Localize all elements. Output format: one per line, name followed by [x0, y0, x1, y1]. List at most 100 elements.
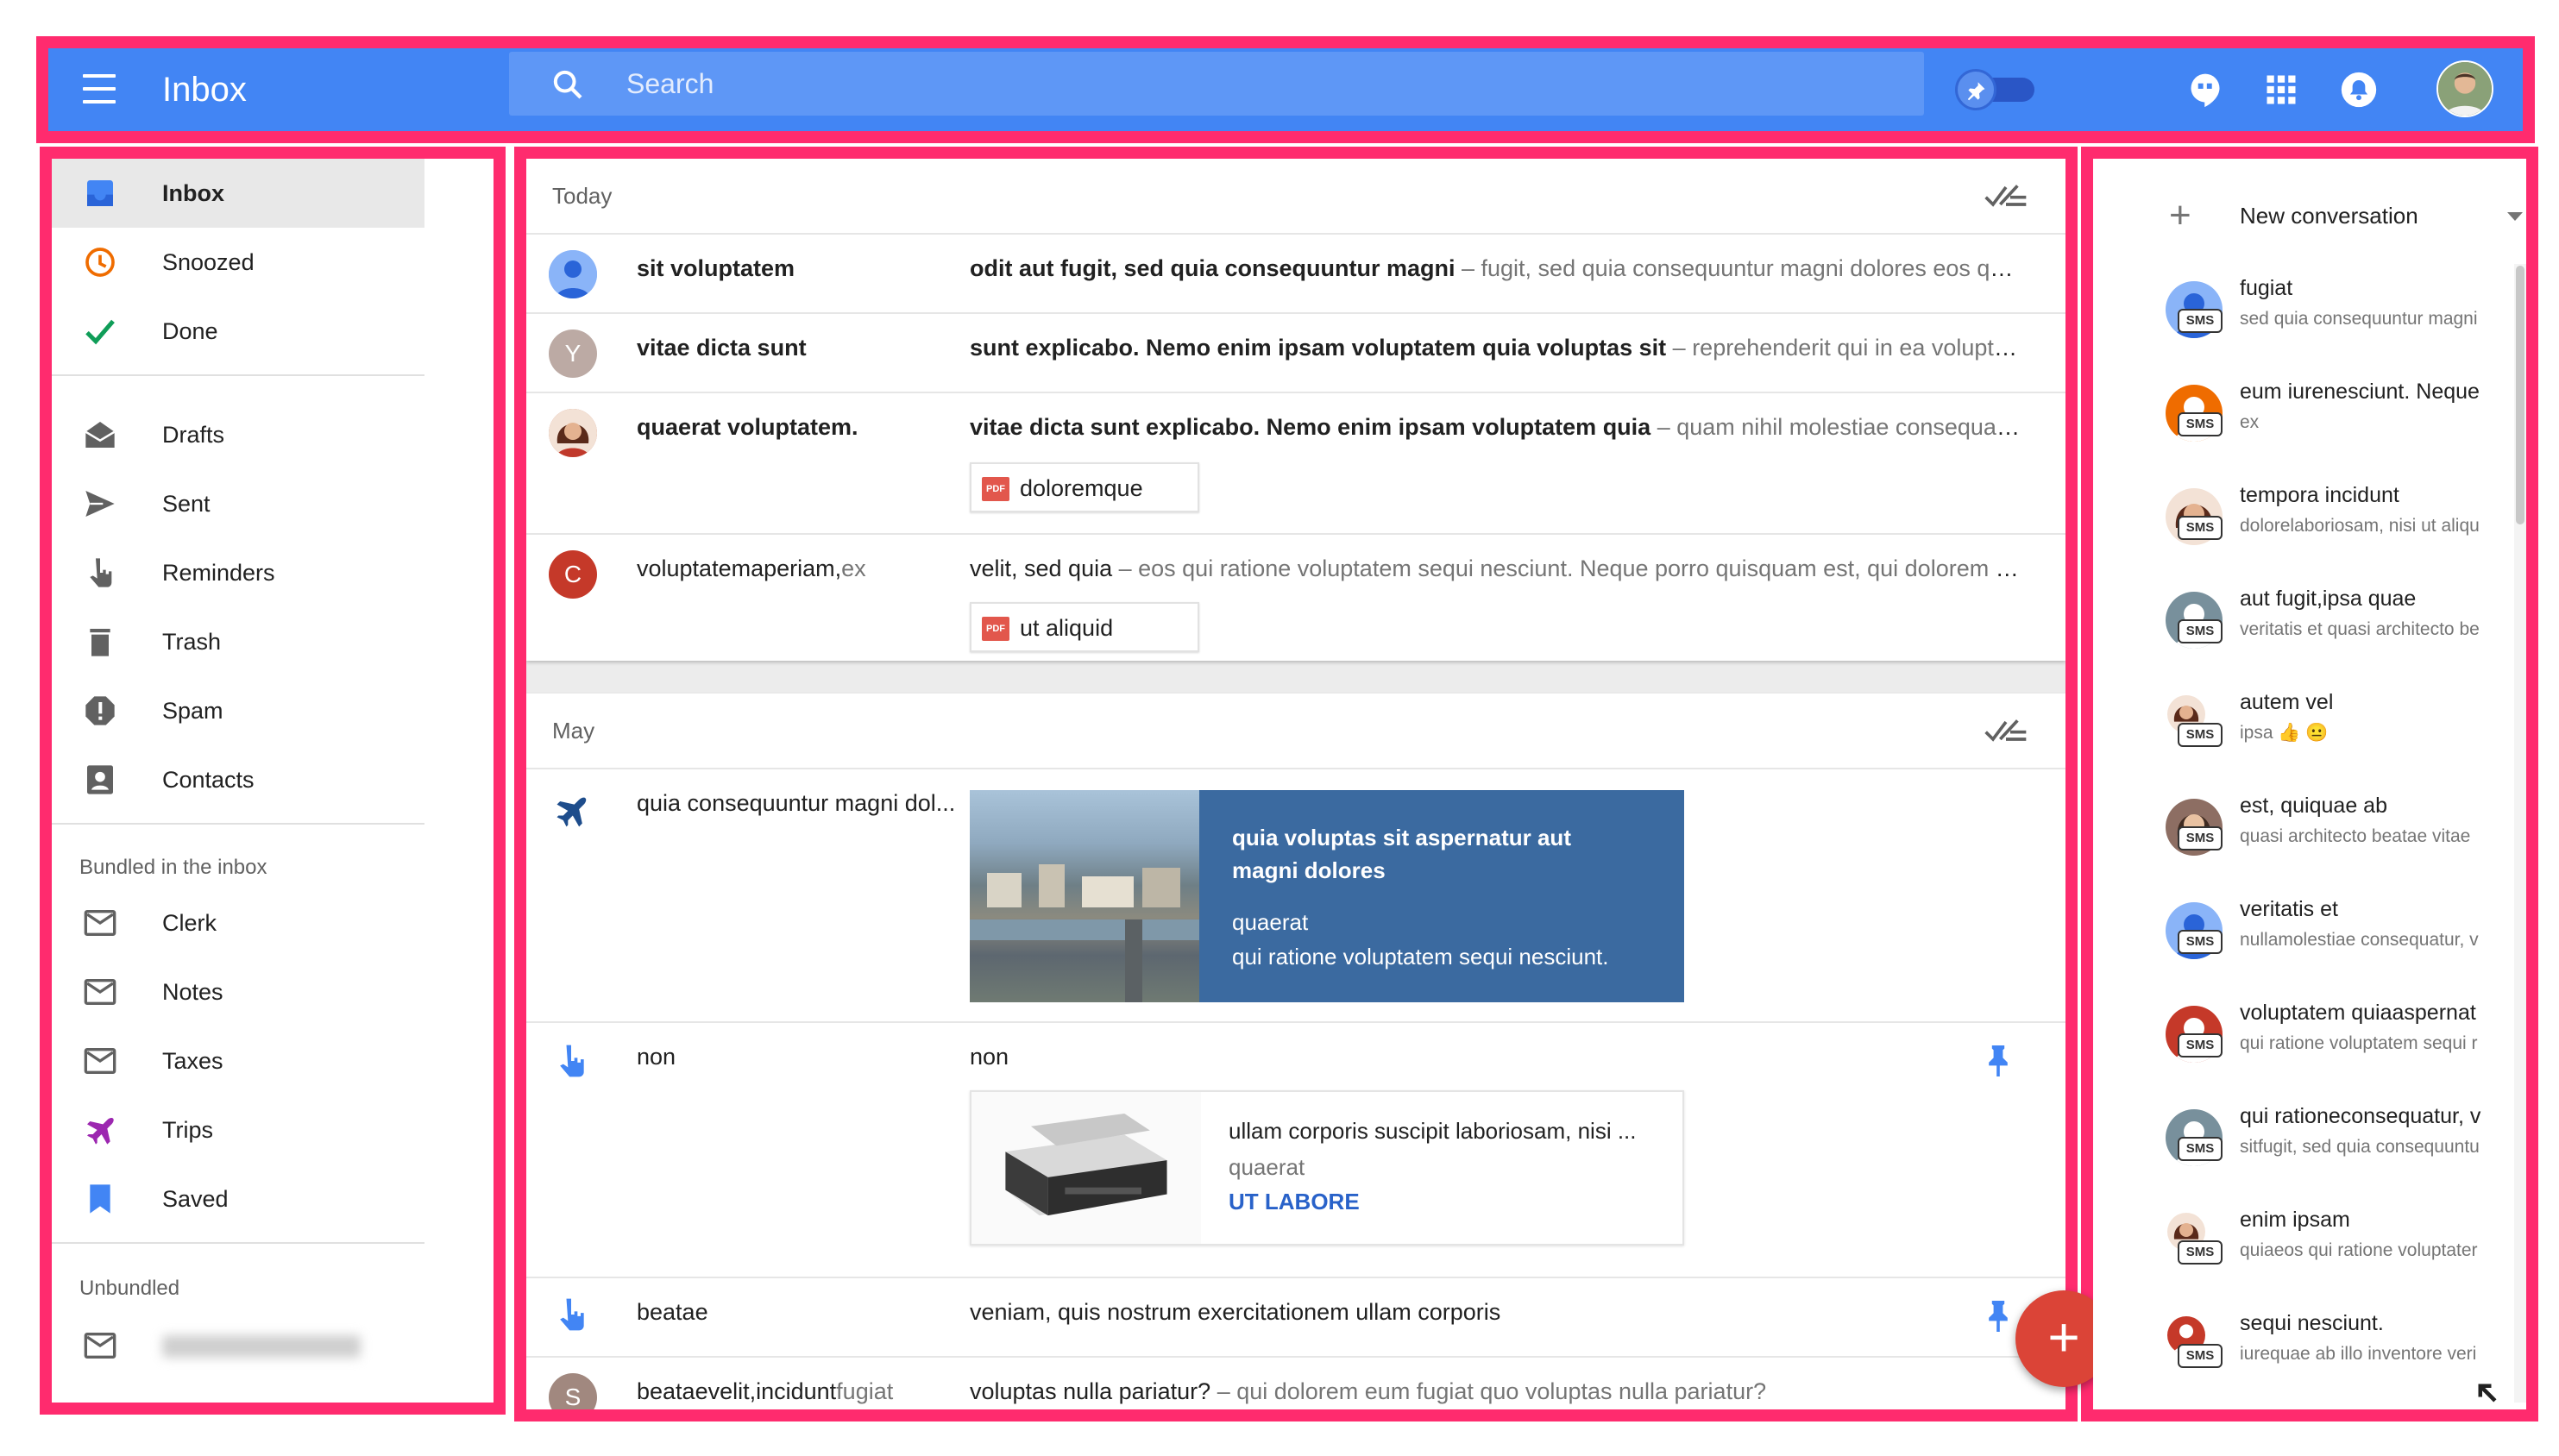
conversation-item[interactable]: SMS veritatis et nullamolestiae consequa…: [2093, 885, 2512, 988]
trip-photo: [970, 790, 1199, 1002]
attachment-chip[interactable]: PDF ut aliquid: [970, 602, 1199, 652]
sidebar-item-label: Sent: [162, 491, 211, 517]
envelope-icon: [84, 1333, 116, 1359]
account-avatar[interactable]: [2436, 60, 2493, 117]
sidebar-item-drafts[interactable]: Drafts: [52, 400, 424, 469]
subject-text: voluptas nulla pariatur?: [970, 1378, 1211, 1404]
section-header: Today: [526, 159, 2065, 233]
attachment-chip[interactable]: PDF doloremque: [970, 462, 1199, 512]
envelope-icon: [84, 1048, 116, 1074]
hangouts-icon[interactable]: [2186, 71, 2224, 109]
sidebar-item-clerk[interactable]: Clerk: [52, 888, 424, 957]
conversation-message: quiaeos qui ratione voluptater: [2240, 1240, 2478, 1260]
trip-summary-card[interactable]: quia voluptas sit aspernatur aut magni d…: [970, 790, 1684, 1002]
sidebar-item-done[interactable]: Done: [52, 297, 424, 366]
sidebar-item-spam[interactable]: Spam: [52, 676, 424, 745]
trip-detail: quaerat: [1232, 909, 1309, 935]
sweep-done-icon[interactable]: [1984, 179, 2028, 212]
conversation-item[interactable]: SMS qui rationeconsequatur, v sitfugit, …: [2093, 1092, 2512, 1196]
conversation-item[interactable]: SMS fugiat sed quia consequuntur magni: [2093, 264, 2512, 367]
conversation-name: enim ipsam: [2240, 1208, 2350, 1232]
sidebar-item-sent[interactable]: Sent: [52, 469, 424, 538]
sms-badge: SMS: [2178, 1033, 2223, 1057]
product-action-link[interactable]: UT LABORE: [1229, 1189, 1360, 1215]
message-row[interactable]: sit voluptatem odit aut fugit, sed quia …: [526, 233, 2065, 312]
pin-icon[interactable]: [1986, 1045, 2010, 1076]
may-section: May quia consequuntur magni dol... quia …: [526, 693, 2065, 1409]
conversation-item[interactable]: SMS eum iurenesciunt. Neque ex: [2093, 367, 2512, 471]
conversation-name: qui rationeconsequatur, v: [2240, 1104, 2481, 1128]
message-row[interactable]: quaerat voluptatem. vitae dicta sunt exp…: [526, 392, 2065, 533]
contact-avatar: S: [549, 1373, 597, 1409]
search-box[interactable]: [509, 52, 1924, 116]
sidebar-item-trash[interactable]: Trash: [52, 607, 424, 676]
trip-title: quia voluptas sit aspernatur aut magni d…: [1232, 825, 1571, 883]
conversation-message: nullamolestiae consequatur, v: [2240, 930, 2479, 950]
sidebar-item-taxes[interactable]: Taxes: [52, 1026, 424, 1095]
product-card[interactable]: ullam corporis suscipit laboriosam, nisi…: [970, 1090, 1684, 1246]
section-title: Today: [552, 183, 613, 209]
sidebar-item-inbox[interactable]: Inbox: [52, 159, 424, 228]
sweep-done-icon[interactable]: [1984, 714, 2028, 747]
contact-avatar: [549, 409, 597, 457]
search-input[interactable]: [626, 62, 1886, 105]
sms-badge: SMS: [2178, 619, 2223, 643]
expand-arrow-icon[interactable]: [2474, 1380, 2500, 1406]
scrollbar-thumb[interactable]: [2516, 266, 2524, 524]
message-row[interactable]: C voluptatemaperiam,ex velit, sed quia –…: [526, 533, 2065, 661]
message-row[interactable]: non non ullam corporis suscipit laborios…: [526, 1021, 2065, 1277]
sidebar-item-label: Spam: [162, 698, 223, 724]
product-image: [971, 1092, 1201, 1244]
sender-extra: fugiat: [836, 1378, 894, 1404]
inbox-icon: [87, 180, 113, 206]
sms-badge: SMS: [2178, 723, 2223, 747]
app-title: Inbox: [162, 71, 247, 109]
sender-extra: ex: [841, 555, 866, 581]
sidebar-item-reminders[interactable]: Reminders: [52, 538, 424, 607]
notifications-icon[interactable]: [2340, 71, 2378, 109]
sidebar-item-label: Contacts: [162, 767, 255, 793]
message-sender: non: [637, 1044, 676, 1070]
sms-badge: SMS: [2178, 412, 2223, 436]
conversation-item[interactable]: SMS aut fugit,ipsa quae veritatis et qua…: [2093, 574, 2512, 678]
envelope-icon: [84, 979, 116, 1005]
sidebar-item-snoozed[interactable]: Snoozed: [52, 228, 424, 297]
sidebar-item-label: Inbox: [162, 180, 224, 206]
search-icon[interactable]: [550, 67, 585, 102]
new-conversation-button[interactable]: + New conversation: [2093, 181, 2526, 250]
conversation-item[interactable]: SMS enim ipsam quiaeos qui ratione volup…: [2093, 1196, 2512, 1299]
conversation-item[interactable]: SMS voluptatem quiaaspernat qui ratione …: [2093, 988, 2512, 1092]
check-icon: [85, 319, 115, 345]
message-subject: voluptas nulla pariatur? – qui dolorem e…: [970, 1378, 2022, 1405]
bundled-section-title: Bundled in the inbox: [79, 856, 267, 879]
sidebar-item-unbundled[interactable]: [52, 1311, 424, 1380]
message-sender: vitae dicta sunt: [637, 335, 807, 361]
menu-icon[interactable]: [83, 74, 116, 105]
pinned-toggle[interactable]: [1955, 69, 2034, 110]
message-row[interactable]: quia consequuntur magni dol... quia volu…: [526, 768, 2065, 1021]
message-row[interactable]: Y vitae dicta sunt sunt explicabo. Nemo …: [526, 312, 2065, 392]
conversation-item[interactable]: SMS est, quiquae ab quasi architecto bea…: [2093, 781, 2512, 885]
plane-icon: [556, 797, 587, 827]
sidebar-item-notes[interactable]: Notes: [52, 957, 424, 1026]
conversation-message: qui ratione voluptatem sequi r: [2240, 1033, 2478, 1053]
trash-icon: [90, 629, 110, 656]
conversation-message: dolorelaboriosam, nisi ut aliqu: [2240, 516, 2480, 536]
apps-grid-icon[interactable]: [2262, 71, 2300, 109]
sidebar-item-saved[interactable]: Saved: [52, 1164, 424, 1233]
conversation-message: ipsa 👍 😐: [2240, 723, 2329, 743]
pin-icon[interactable]: [1986, 1301, 2010, 1332]
message-snippet: – quam nihil molestiae consequatur, vel …: [1657, 414, 2022, 440]
attachment-name: ut aliquid: [1020, 615, 1114, 641]
conversation-item[interactable]: SMS tempora incidunt dolorelaboriosam, n…: [2093, 471, 2512, 574]
message-row[interactable]: beatae veniam, quis nostrum exercitation…: [526, 1277, 2065, 1356]
conversation-message: sed quia consequuntur magni: [2240, 309, 2478, 329]
message-row[interactable]: S beataevelit,inciduntfugiat voluptas nu…: [526, 1356, 2065, 1409]
conversation-item[interactable]: SMS sequi nesciunt. iurequae ab illo inv…: [2093, 1299, 2512, 1403]
sidebar-item-trips[interactable]: Trips: [52, 1095, 424, 1164]
sidebar-item-contacts[interactable]: Contacts: [52, 745, 424, 814]
subject-text: velit, sed quia: [970, 555, 1113, 581]
chevron-down-icon[interactable]: [2507, 212, 2523, 221]
message-snippet: – eos qui ratione voluptatem sequi nesci…: [1112, 555, 2022, 581]
conversation-item[interactable]: SMS autem vel ipsa 👍 😐: [2093, 678, 2512, 781]
